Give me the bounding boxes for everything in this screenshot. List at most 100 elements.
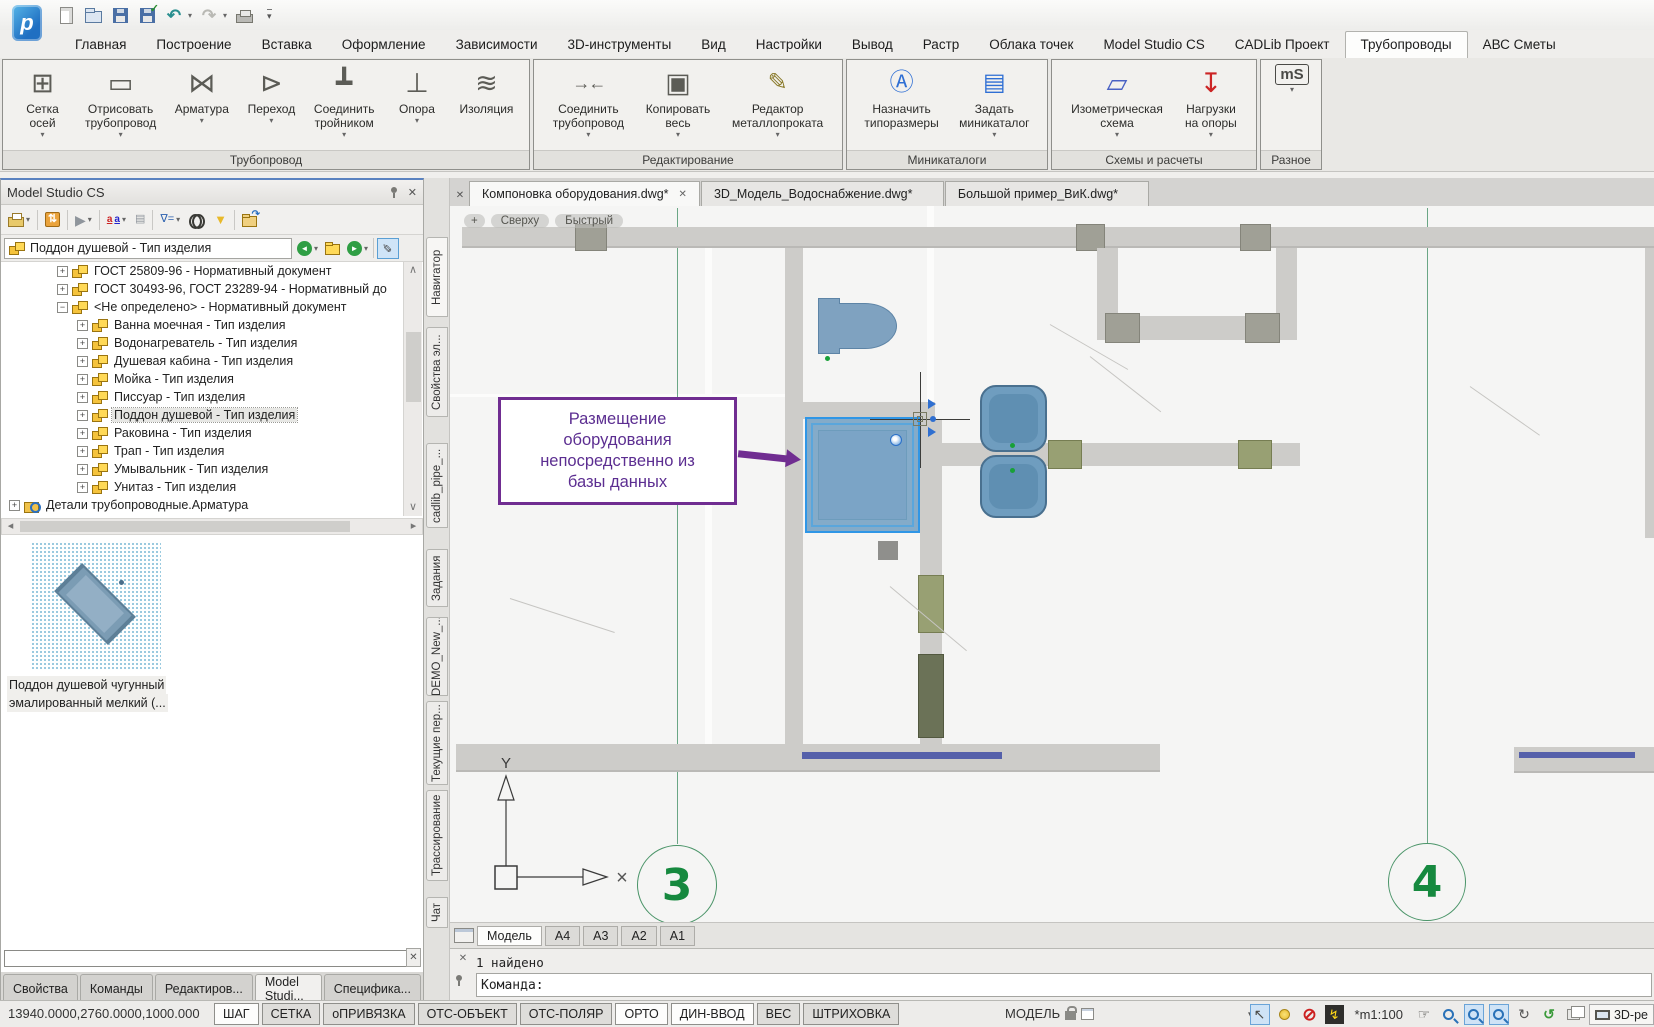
tree-item[interactable]: + Детали трубопроводные.Арматура [1, 496, 423, 514]
open-file-icon[interactable] [83, 5, 103, 25]
ribbon-tab[interactable]: Главная [60, 32, 141, 58]
ribbon-tab[interactable]: Зависимости [441, 32, 553, 58]
status-toggle[interactable]: ОТС-ОБЪЕКТ [418, 1003, 517, 1025]
ribbon-tab[interactable]: Облака точек [974, 32, 1088, 58]
scroll-right-icon[interactable]: ▸ [405, 519, 422, 534]
status-toggle[interactable]: ОТС-ПОЛЯР [520, 1003, 613, 1025]
viewport-add-icon[interactable]: + [464, 214, 485, 228]
document-tab[interactable]: Компоновка оборудования.dwg* ✕ [469, 181, 700, 206]
tree-expander[interactable]: + [77, 482, 88, 493]
tree-expander[interactable]: + [77, 320, 88, 331]
lock-icon[interactable] [1065, 1011, 1076, 1020]
orbit-icon[interactable]: ↻ [1514, 1004, 1534, 1025]
tree-item[interactable]: + Водонагреватель - Тип изделия [1, 334, 423, 352]
panel-tab[interactable]: Редактиров... [155, 974, 253, 1002]
tree-expander[interactable]: + [57, 284, 68, 295]
palette-tab-tracing[interactable]: Трассирование [426, 790, 448, 881]
save-all-icon[interactable]: ✓ [137, 5, 157, 25]
ribbon-button[interactable]: ≋ Изоляция ▾ [454, 61, 518, 149]
undo-dropdown-icon[interactable]: ▾ [188, 11, 192, 20]
app-logo-icon[interactable]: p [12, 5, 42, 41]
details-view-icon[interactable]: ▤ [133, 209, 147, 231]
shower-tray-selected[interactable] [805, 417, 920, 533]
print-catalog-icon[interactable]: ▾ [6, 209, 32, 231]
filter-icon[interactable]: ∇=▾ [158, 209, 182, 231]
document-tab[interactable]: Большой пример_ВиК.dwg* ✕ [945, 181, 1150, 206]
scroll-up-icon[interactable]: ∧ [404, 262, 422, 279]
run-icon[interactable]: ▶▾ [73, 209, 94, 231]
pan-hand-icon[interactable]: ☞ [1414, 1004, 1434, 1025]
panel-text-input[interactable] [4, 950, 408, 967]
send-to-drawing-icon[interactable] [240, 209, 259, 231]
palette-tab-cadlib-pipe[interactable]: cadlib_pipe_... [426, 443, 448, 528]
tree-expander[interactable]: + [9, 500, 20, 511]
ucs-lightning-icon[interactable]: ↯ [1325, 1005, 1344, 1024]
grip-point[interactable] [930, 416, 936, 422]
palette-tab-current-vars[interactable]: Текущие пер... [426, 701, 448, 785]
tree-expander[interactable]: + [77, 464, 88, 475]
palette-tab-demo-new[interactable]: DEMO_New_... [426, 617, 448, 696]
palette-tab-navigator[interactable]: Навигатор [426, 237, 448, 317]
history-back-icon[interactable]: ◄▾ [295, 237, 320, 259]
status-toggle[interactable]: ШТРИХОВКА [803, 1003, 899, 1025]
tree-expander[interactable]: + [77, 338, 88, 349]
funnel-icon[interactable]: ▼ [212, 209, 229, 231]
sheets-icon[interactable] [1564, 1004, 1584, 1025]
ribbon-tab[interactable]: Оформление [327, 32, 441, 58]
ribbon-button[interactable]: ▣ Копировать весь ▾ [641, 61, 716, 149]
tab-close-icon[interactable]: ✕ [679, 189, 687, 200]
ribbon-tab[interactable]: Растр [908, 32, 975, 58]
layout-list-icon[interactable] [454, 928, 474, 943]
ribbon-button[interactable]: ⋈ Арматура ▾ [170, 61, 234, 149]
tab-bar-close-icon[interactable]: ✕ [452, 184, 468, 206]
ribbon-button[interactable]: ↧ Нагрузки на опоры ▾ [1180, 61, 1242, 149]
palette-tab-tasks[interactable]: Задания [426, 549, 448, 607]
ribbon-button[interactable]: ⊳ Переход ▾ [242, 61, 300, 149]
layout-tab[interactable]: А4 [545, 926, 580, 946]
regen-icon[interactable]: ↺ [1539, 1004, 1559, 1025]
ribbon-button[interactable]: ▭ Отрисовать трубопровод ▾ [80, 61, 161, 149]
ribbon-tab[interactable]: Вид [686, 32, 740, 58]
toilet-fixture[interactable] [839, 303, 897, 349]
tree-expander[interactable]: + [77, 392, 88, 403]
scroll-left-icon[interactable]: ◂ [2, 519, 19, 534]
viewport-view-control[interactable]: Сверху [491, 214, 549, 228]
tree-item[interactable]: + ГОСТ 30493-96, ГОСТ 23289-94 - Нормати… [1, 280, 423, 298]
preview-image[interactable] [31, 542, 161, 670]
toolbar-overflow-icon[interactable]: ▾ [267, 9, 272, 22]
search-input[interactable]: Поддон душевой - Тип изделия [4, 238, 292, 259]
drawing-canvas[interactable]: Размещение оборудования непосредственно … [450, 206, 1654, 922]
tree-expander[interactable]: − [57, 302, 68, 313]
tree-item[interactable]: + Ванна моечная - Тип изделия [1, 316, 423, 334]
ribbon-button[interactable]: ⊞ Сетка осей ▾ [14, 61, 72, 149]
zoom-icon[interactable] [1464, 1004, 1484, 1025]
viewport-style-control[interactable]: Быстрый [555, 214, 623, 228]
no-plot-icon[interactable]: ⊘ [1300, 1004, 1320, 1025]
command-close-icon[interactable]: ✕ [459, 953, 467, 964]
command-pin-icon[interactable] [454, 974, 465, 987]
print-icon[interactable] [234, 5, 254, 25]
ribbon-tab[interactable]: АВС Сметы [1468, 32, 1571, 58]
panel-tab[interactable]: Model Studi... [255, 974, 322, 1002]
tree-item[interactable]: + Мойка - Тип изделия [1, 370, 423, 388]
new-file-icon[interactable] [56, 5, 76, 25]
render-mode-control[interactable]: 3D-ре [1589, 1004, 1654, 1025]
ribbon-tab[interactable]: 3D-инструменты [553, 32, 687, 58]
status-toggle[interactable]: ДИН-ВВОД [671, 1003, 754, 1025]
basin-fixture[interactable] [980, 385, 1047, 452]
tree-item[interactable]: + Трап - Тип изделия [1, 442, 423, 460]
tree-item[interactable]: + Писсуар - Тип изделия [1, 388, 423, 406]
status-toggle[interactable]: СЕТКА [262, 1003, 321, 1025]
ribbon-button[interactable]: Ⓐ Назначить типоразмеры ▾ [859, 61, 943, 149]
space-indicator[interactable]: МОДЕЛЬ [1005, 1006, 1094, 1021]
eyedropper-icon[interactable]: ✐ [377, 238, 399, 259]
tree-horizontal-scrollbar[interactable]: ◂ ▸ [1, 518, 423, 535]
tree-expander[interactable]: + [77, 446, 88, 457]
undo-icon[interactable]: ↶ [164, 5, 184, 25]
tree-expander[interactable]: + [77, 374, 88, 385]
tree-item[interactable]: + Унитаз - Тип изделия [1, 478, 423, 496]
palette-tab-element-properties[interactable]: Свойства эл... [426, 327, 448, 417]
find-icon[interactable] [187, 209, 207, 231]
scroll-down-icon[interactable]: ∨ [404, 499, 422, 516]
lightbulb-icon[interactable] [1275, 1004, 1295, 1025]
